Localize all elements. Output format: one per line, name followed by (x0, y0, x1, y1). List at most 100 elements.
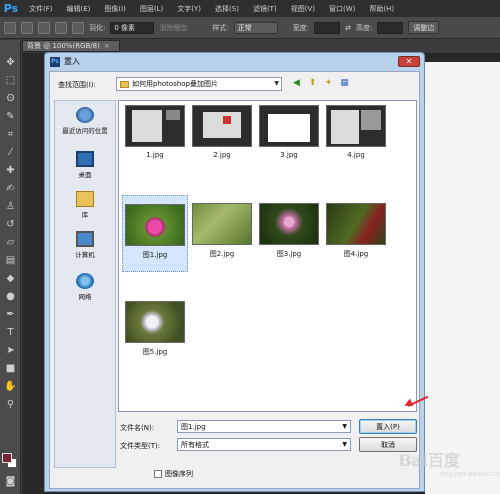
place-button[interactable]: 置入(P) (359, 419, 417, 434)
file-name: 3.jpg (280, 151, 298, 159)
lookin-combo[interactable]: 如何用photoshop叠加图片 ▼ (116, 77, 282, 91)
place-desktop[interactable]: 桌面 (55, 151, 115, 179)
blur-tool-icon[interactable]: ◆ (4, 272, 17, 285)
path-select-icon[interactable]: ➤ (4, 344, 17, 357)
close-icon[interactable]: × (104, 42, 110, 50)
chevron-down-icon[interactable]: ▼ (342, 423, 347, 430)
lasso-tool-icon[interactable]: ʘ (4, 92, 17, 105)
file-tile[interactable]: 3.jpg (256, 105, 322, 159)
pen-tool-icon[interactable]: ✒ (4, 308, 17, 321)
document-tab[interactable]: 背景 @ 100%(RGB/8) × (22, 40, 120, 52)
quick-mask-icon[interactable]: ◙ (4, 475, 17, 488)
marquee-tool-icon[interactable]: ⬚ (4, 74, 17, 87)
image-sequence-checkbox[interactable] (154, 470, 162, 478)
dodge-tool-icon[interactable]: ● (4, 290, 17, 303)
menu-select[interactable]: 选择(S) (208, 4, 246, 14)
menu-image[interactable]: 图像(I) (97, 4, 133, 14)
file-name: 2.jpg (213, 151, 231, 159)
shape-tool-icon[interactable]: ■ (4, 362, 17, 375)
up-folder-icon[interactable]: ⬆ (306, 77, 319, 90)
style-label: 样式: (212, 23, 229, 32)
chevron-down-icon: ▼ (274, 80, 279, 87)
width-input[interactable] (314, 21, 341, 34)
refine-edge-button[interactable]: 调整边 (408, 21, 440, 34)
feather-input[interactable]: 0 像素 (110, 21, 155, 34)
hand-tool-icon[interactable]: ✋ (4, 380, 17, 393)
file-tile[interactable]: 图2.jpg (189, 203, 255, 259)
place-libraries[interactable]: 库 (55, 191, 115, 219)
menu-edit[interactable]: 编辑(E) (60, 4, 98, 14)
menu-file[interactable]: 文件(F) (22, 4, 60, 14)
intersect-selection-icon[interactable] (72, 21, 84, 34)
place-label: 最近访问的位置 (62, 127, 108, 135)
swap-icon[interactable]: ⇄ (345, 24, 351, 32)
chevron-down-icon[interactable]: ▼ (342, 441, 347, 448)
file-tile[interactable]: 4.jpg (323, 105, 389, 159)
place-dialog: Ps 置入 ✕ 查找范围(I): 如何用photoshop叠加图片 ▼ ◀ ⬆ … (44, 52, 425, 492)
foreground-color-swatch[interactable] (2, 453, 12, 463)
height-input[interactable] (377, 21, 404, 34)
place-label: 网络 (78, 293, 92, 301)
crop-tool-icon[interactable]: ⌗ (4, 128, 17, 141)
file-thumbnail (125, 301, 185, 343)
quick-select-icon[interactable]: ✎ (4, 110, 17, 123)
folder-icon (120, 80, 129, 88)
healing-brush-icon[interactable]: ✚ (4, 164, 17, 177)
eyedropper-icon[interactable]: ⁄ (4, 146, 17, 159)
dialog-client: 查找范围(I): 如何用photoshop叠加图片 ▼ ◀ ⬆ ✦ ▦ 最近访问… (49, 71, 420, 489)
menu-layer[interactable]: 图层(L) (133, 4, 170, 14)
new-folder-icon[interactable]: ✦ (322, 77, 335, 90)
image-sequence-option[interactable]: 图像序列 (154, 469, 193, 479)
toolbox: ✥ ⬚ ʘ ✎ ⌗ ⁄ ✚ ✍ ♙ ↺ ▱ ▤ ◆ ● ✒ T ➤ ■ ✋ ⚲ … (0, 40, 21, 494)
style-select[interactable]: 正常 (233, 21, 278, 34)
menu-bar: Ps 文件(F) 编辑(E) 图像(I) 图层(L) 文字(Y) 选择(S) 滤… (0, 0, 500, 17)
marquee-tool-icon[interactable] (4, 21, 16, 34)
place-recent[interactable]: 最近访问的位置 (55, 107, 115, 135)
computer-icon (76, 231, 94, 247)
add-selection-icon[interactable] (38, 21, 50, 34)
document-tab-label: 背景 @ 100%(RGB/8) (27, 42, 100, 50)
filetype-value: 所有格式 (181, 440, 209, 449)
file-tile[interactable]: 图5.jpg (122, 301, 188, 357)
photoshop-app-icon: Ps (50, 56, 60, 67)
file-tile[interactable]: 图3.jpg (256, 203, 322, 259)
file-name: 图1.jpg (142, 251, 168, 259)
dialog-titlebar[interactable]: Ps 置入 (45, 53, 424, 70)
new-selection-icon[interactable] (21, 21, 33, 34)
nav-buttons: ◀ ⬆ ✦ ▦ (290, 77, 351, 90)
brush-tool-icon[interactable]: ✍ (4, 182, 17, 195)
file-tile[interactable]: 图4.jpg (323, 203, 389, 259)
zoom-tool-icon[interactable]: ⚲ (4, 398, 17, 411)
filetype-select[interactable]: 所有格式 ▼ (177, 438, 351, 451)
subtract-selection-icon[interactable] (55, 21, 67, 34)
antialias-label[interactable]: 消除锯齿 (159, 23, 187, 33)
dialog-close-button[interactable]: ✕ (398, 56, 420, 67)
file-list: 1.jpg 2.jpg 3.jpg 4.jpg 图1.jpg 图2.jpg 图3… (118, 100, 417, 412)
file-name: 图3.jpg (276, 250, 302, 258)
menu-type[interactable]: 文字(Y) (170, 4, 208, 14)
back-icon[interactable]: ◀ (290, 77, 303, 90)
file-tile[interactable]: 2.jpg (189, 105, 255, 159)
watermark-logo: Bai百度 (398, 451, 460, 470)
view-menu-icon[interactable]: ▦ (338, 77, 351, 90)
place-computer[interactable]: 计算机 (55, 231, 115, 259)
move-tool-icon[interactable]: ✥ (4, 56, 17, 69)
clone-stamp-icon[interactable]: ♙ (4, 200, 17, 213)
menu-filter[interactable]: 滤镜(T) (246, 4, 284, 14)
menu-window[interactable]: 窗口(W) (322, 4, 362, 14)
eraser-icon[interactable]: ▱ (4, 236, 17, 249)
filename-label: 文件名(N): (120, 424, 155, 432)
type-tool-icon[interactable]: T (4, 326, 17, 339)
history-brush-icon[interactable]: ↺ (4, 218, 17, 231)
menu-view[interactable]: 视图(V) (284, 4, 322, 14)
menu-help[interactable]: 帮助(H) (362, 4, 401, 14)
filename-input[interactable]: 图1.jpg ▼ (177, 420, 351, 433)
desktop-icon (76, 151, 94, 167)
file-thumbnail (125, 204, 185, 246)
place-network[interactable]: 网络 (55, 273, 115, 301)
gradient-tool-icon[interactable]: ▤ (4, 254, 17, 267)
file-thumbnail (125, 105, 185, 147)
file-tile[interactable]: 1.jpg (122, 105, 188, 159)
file-name: 图4.jpg (343, 250, 369, 258)
file-tile-selected[interactable]: 图1.jpg (122, 195, 188, 272)
